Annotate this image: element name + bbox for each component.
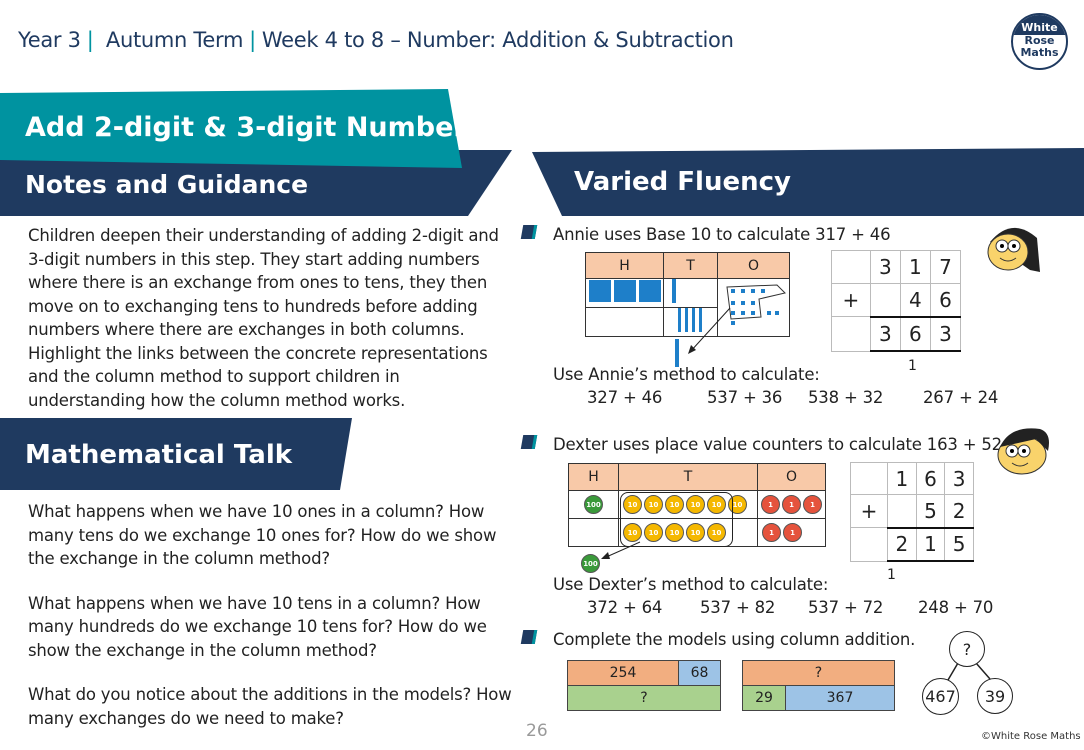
header-t: T bbox=[618, 463, 758, 491]
carry-digit: 1 bbox=[908, 358, 917, 374]
notes-heading: Notes and Guidance bbox=[25, 170, 309, 199]
copyright: ©White Rose Maths bbox=[981, 731, 1081, 742]
talk-question: What happens when we have 10 ones in a c… bbox=[28, 502, 497, 568]
exchange-arrow bbox=[601, 541, 641, 559]
one-counter: 1 bbox=[761, 495, 780, 514]
annie-instruction: Use Annie’s method to calculate: bbox=[553, 365, 820, 384]
grid-cell: 3 bbox=[944, 461, 974, 496]
bullet-icon bbox=[520, 630, 538, 644]
grid-cell: 3 bbox=[869, 316, 901, 353]
grid-cell: 2 bbox=[944, 494, 974, 529]
grid-cell: 5 bbox=[944, 527, 974, 563]
one-counter: 1 bbox=[783, 523, 802, 542]
calc: 537 + 82 bbox=[700, 598, 776, 617]
tree-part: 467 bbox=[922, 678, 959, 715]
bullet-icon bbox=[520, 225, 538, 239]
carry-digit: 1 bbox=[887, 567, 896, 583]
fluency-heading: Varied Fluency bbox=[574, 167, 791, 197]
header-o: O bbox=[757, 463, 826, 491]
grid-cell: 2 bbox=[887, 527, 917, 563]
grid-cell: 1 bbox=[915, 527, 946, 563]
notes-paragraph: Children deepen their understanding of a… bbox=[28, 226, 499, 339]
annie-column-addition: 3 1 7 +4 6 3 6 3 bbox=[831, 250, 962, 353]
tens-rod bbox=[663, 278, 718, 308]
page-title: Add 2-digit & 3-digit Numbers bbox=[25, 112, 483, 143]
grid-cell: 3 bbox=[869, 250, 901, 284]
grid-cell: 5 bbox=[915, 494, 946, 529]
grid-cell: 6 bbox=[915, 461, 946, 496]
models-prompt: Complete the models using column additio… bbox=[553, 630, 916, 649]
page-number: 26 bbox=[526, 721, 548, 741]
plus-sign: + bbox=[849, 494, 889, 529]
calc: 538 + 32 bbox=[808, 388, 884, 407]
bar-part: 367 bbox=[786, 686, 894, 710]
hundred-counter: 100 bbox=[584, 495, 603, 514]
one-counter: 1 bbox=[762, 523, 781, 542]
annie-face-icon bbox=[987, 227, 1040, 272]
talk-heading: Mathematical Talk bbox=[25, 440, 293, 470]
hundreds-blocks bbox=[585, 278, 664, 308]
header-h: H bbox=[585, 252, 664, 279]
one-counter: 1 bbox=[782, 495, 801, 514]
grid-cell bbox=[849, 461, 889, 496]
calc: 537 + 72 bbox=[808, 598, 884, 617]
exchange-group-outline bbox=[620, 492, 733, 547]
bar-whole: ? bbox=[568, 686, 720, 710]
dexter-prompt: Dexter uses place value counters to calc… bbox=[553, 435, 1002, 454]
grid-cell bbox=[849, 527, 889, 562]
grid-cell bbox=[869, 282, 901, 318]
exchange-arrow bbox=[675, 307, 731, 367]
bar-part: 29 bbox=[743, 686, 786, 710]
plus-sign: + bbox=[831, 282, 871, 318]
talk-question: What happens when we have 10 tens in a c… bbox=[28, 593, 487, 660]
calc: 372 + 64 bbox=[587, 598, 663, 617]
dexter-face-icon bbox=[997, 428, 1049, 475]
bar-model-2-bottom: 29 367 bbox=[742, 685, 895, 711]
header-o: O bbox=[717, 252, 790, 279]
dexter-instruction: Use Dexter’s method to calculate: bbox=[553, 575, 829, 594]
annie-prompt: Annie uses Base 10 to calculate 317 + 46 bbox=[553, 225, 891, 244]
bullet-icon bbox=[520, 435, 538, 449]
bar-model-2-top: ? bbox=[742, 660, 895, 686]
calc: 537 + 36 bbox=[707, 388, 783, 407]
bar-model-1-bottom: ? bbox=[567, 685, 721, 711]
header-h: H bbox=[568, 463, 619, 491]
grid-cell bbox=[831, 250, 871, 284]
grid-cell bbox=[831, 316, 871, 352]
bar-whole: ? bbox=[743, 661, 894, 685]
bar-model-1-top: 254 68 bbox=[567, 660, 721, 686]
calc: 267 + 24 bbox=[923, 388, 999, 407]
grid-cell: 7 bbox=[929, 250, 962, 284]
grid-cell: 1 bbox=[887, 461, 917, 496]
calc: 248 + 70 bbox=[918, 598, 994, 617]
tree-whole: ? bbox=[949, 631, 985, 667]
bar-part: 68 bbox=[679, 661, 720, 685]
notes-paragraph: Highlight the links between the concrete… bbox=[28, 343, 488, 410]
calc: 327 + 46 bbox=[587, 388, 663, 407]
grid-cell: 1 bbox=[899, 250, 931, 284]
dexter-column-addition: 1 6 3 +5 2 2 1 5 bbox=[849, 461, 974, 563]
one-counter: 1 bbox=[803, 495, 822, 514]
header-t: T bbox=[663, 252, 718, 279]
grid-cell: 3 bbox=[929, 316, 962, 353]
grid-cell: 6 bbox=[929, 282, 962, 318]
tree-part: 39 bbox=[977, 678, 1013, 714]
grid-cell bbox=[887, 494, 917, 529]
bar-part: 254 bbox=[568, 661, 679, 685]
talk-question: What do you notice about the additions i… bbox=[28, 685, 512, 728]
grid-cell: 4 bbox=[899, 282, 931, 318]
grid-cell: 6 bbox=[899, 316, 931, 353]
